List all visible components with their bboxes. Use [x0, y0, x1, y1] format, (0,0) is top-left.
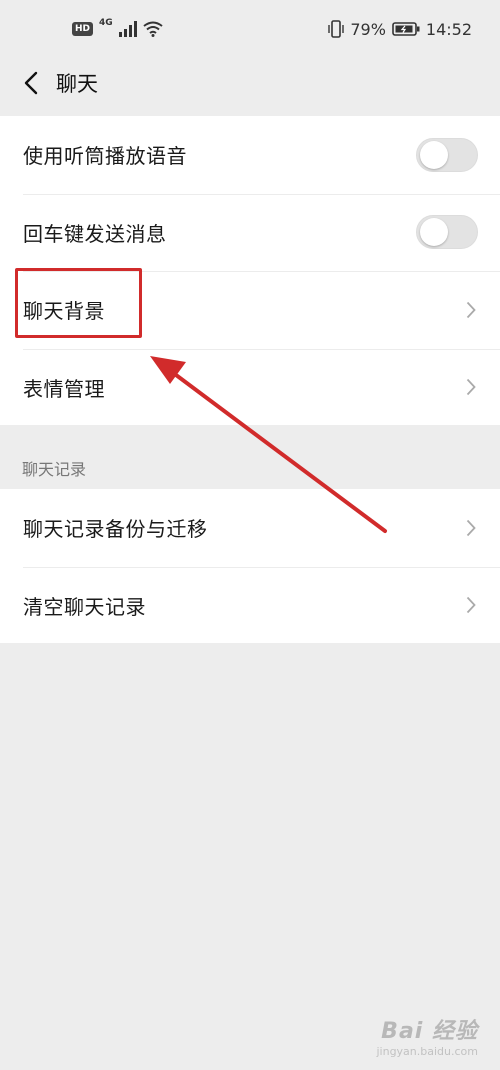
- chevron-right-icon: [464, 300, 478, 320]
- back-button[interactable]: [6, 58, 56, 108]
- signal-icon: [118, 21, 137, 37]
- watermark-logo: Bai 经验: [381, 1019, 478, 1044]
- status-right: 79% 14:52: [328, 20, 472, 39]
- status-left: HD 4G: [72, 18, 163, 37]
- setting-label: 清空聊天记录: [23, 594, 146, 619]
- section-header-chat-records: 聊天记录: [22, 460, 87, 479]
- setting-row-enter-send[interactable]: 回车键发送消息: [0, 193, 500, 272]
- setting-row-earpiece[interactable]: 使用听筒播放语音: [0, 116, 500, 194]
- enter-send-toggle[interactable]: [416, 215, 478, 250]
- status-bar: HD 4G 79% 14:52: [0, 0, 500, 58]
- back-arrow-icon: [24, 71, 38, 95]
- chat-records-group: 聊天记录备份与迁移 清空聊天记录: [0, 489, 500, 643]
- watermark: Bai 经验 jingyan.baidu.com: [376, 1013, 478, 1058]
- network-type: 4G: [99, 18, 113, 28]
- wifi-icon: [143, 21, 163, 37]
- battery-icon: [392, 22, 420, 36]
- page-title: 聊天: [56, 72, 98, 96]
- nav-header: 聊天: [0, 58, 500, 108]
- vibrate-icon: [328, 20, 345, 38]
- chevron-right-icon: [464, 595, 478, 615]
- setting-row-clear-history[interactable]: 清空聊天记录: [0, 566, 500, 645]
- battery-percent: 79%: [350, 19, 386, 39]
- earpiece-toggle[interactable]: [416, 137, 478, 172]
- setting-label: 聊天记录备份与迁移: [23, 517, 208, 542]
- watermark-url: jingyan.baidu.com: [376, 1045, 478, 1058]
- toggle-knob: [420, 140, 448, 169]
- setting-label: 聊天背景: [23, 299, 105, 324]
- setting-row-chat-background[interactable]: 聊天背景: [0, 271, 500, 349]
- setting-label: 表情管理: [23, 376, 105, 401]
- toggle-knob: [420, 218, 448, 247]
- chat-settings-group: 使用听筒播放语音 回车键发送消息 聊天背景 表情管理: [0, 116, 500, 425]
- setting-label: 使用听筒播放语音: [23, 144, 187, 169]
- setting-row-backup-migrate[interactable]: 聊天记录备份与迁移: [0, 489, 500, 567]
- clock: 14:52: [425, 19, 472, 39]
- setting-label: 回车键发送消息: [23, 221, 167, 246]
- chevron-right-icon: [464, 377, 478, 397]
- hd-badge: HD: [72, 22, 94, 36]
- chevron-right-icon: [464, 518, 478, 538]
- setting-row-sticker-management[interactable]: 表情管理: [0, 348, 500, 427]
